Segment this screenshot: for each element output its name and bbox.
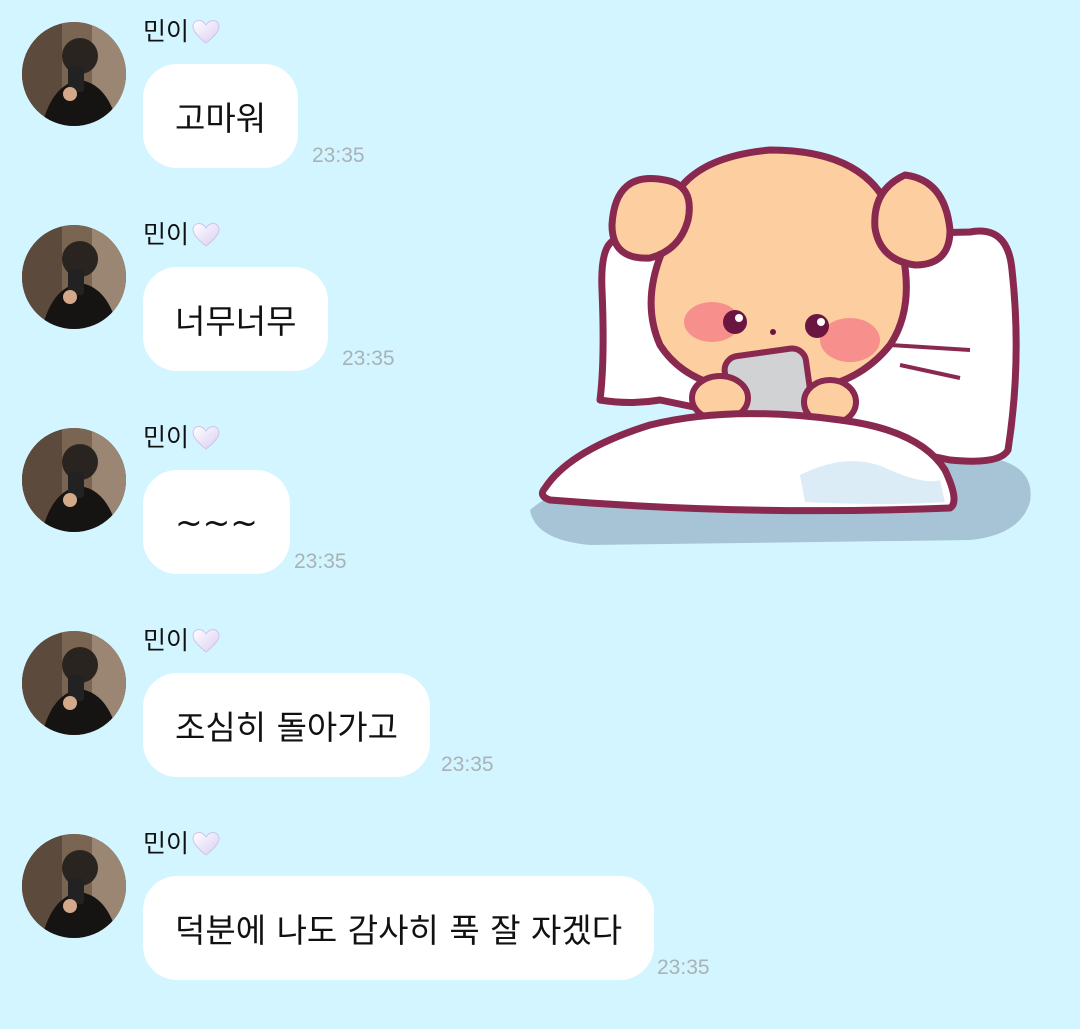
heart-icon <box>191 220 221 250</box>
message-bubble[interactable]: 고마워 <box>143 64 299 168</box>
message-text: ~~~ <box>175 502 258 542</box>
heart-icon <box>191 423 221 453</box>
message-time: 23:35 <box>441 753 494 776</box>
message-text: 너무너무 <box>175 302 297 341</box>
message-time: 23:35 <box>342 347 395 370</box>
avatar[interactable] <box>22 22 126 126</box>
message-text: 덕분에 나도 감사히 푹 잘 자겠다 <box>175 911 623 950</box>
message-time: 23:35 <box>312 144 365 167</box>
message-bubble[interactable]: 덕분에 나도 감사히 푹 잘 자겠다 <box>143 876 655 980</box>
heart-icon <box>191 626 221 656</box>
message-bubble[interactable]: 조심히 돌아가고 <box>143 673 431 777</box>
message-time: 23:35 <box>657 956 710 979</box>
message-text: 고마워 <box>175 99 267 138</box>
heart-icon <box>191 17 221 47</box>
avatar[interactable] <box>22 225 126 329</box>
avatar[interactable] <box>22 834 126 938</box>
message-bubble[interactable]: ~~~ <box>143 470 290 574</box>
avatar[interactable] <box>22 631 126 735</box>
sender-name: 민이 <box>143 829 221 859</box>
puppy-sticker[interactable] <box>530 130 1040 560</box>
message-text: 조심히 돌아가고 <box>175 708 399 747</box>
sender-name: 민이 <box>143 626 221 656</box>
avatar[interactable] <box>22 428 126 532</box>
message-bubble[interactable]: 너무너무 <box>143 267 329 371</box>
sender-name: 민이 <box>143 220 221 250</box>
sender-name: 민이 <box>143 17 221 47</box>
message-time: 23:35 <box>294 550 347 573</box>
sender-name: 민이 <box>143 423 221 453</box>
heart-icon <box>191 829 221 859</box>
